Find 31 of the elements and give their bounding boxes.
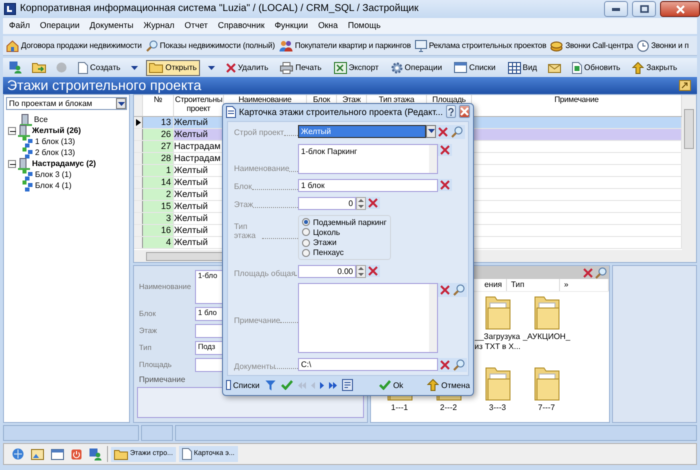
folder-name: __Загрузука из TXT в X... [473, 332, 522, 352]
field-label: Документы [234, 362, 276, 372]
table-cell: 1 [143, 165, 174, 176]
dialog-title: Карточка этажи строительного проекта (Редакт... [239, 106, 443, 117]
folder-name: 3---3 [489, 403, 506, 413]
field-label: Блок [234, 182, 252, 192]
table-cell: 15 [143, 201, 174, 212]
field-label: Этаж [234, 200, 254, 210]
table-cell: 14 [143, 177, 174, 188]
folder-name: 2---2 [440, 403, 457, 413]
folder-name: 1---1 [391, 403, 408, 413]
section-title: Этажи строительного проекта [7, 77, 202, 94]
table-cell: 13 [143, 117, 174, 128]
window-title: Корпоративная информационная система "Luzia" / (LOCAL) / CRM_SQL / Застройщик [20, 3, 419, 15]
table-cell: 16 [143, 225, 174, 236]
folder-name: _АУКЦИОН_ [522, 332, 570, 342]
field-label: Наименование [234, 164, 290, 174]
table-cell: Желтый [174, 117, 224, 128]
field-label: Тип этажа [234, 222, 257, 241]
folder-name: 7---7 [538, 403, 555, 413]
table-cell: 27 [143, 141, 174, 152]
table-cell: 28 [143, 153, 174, 164]
table-cell: 2 [143, 189, 174, 200]
field-label: Примечание [234, 316, 280, 326]
field-label: Примечание [138, 375, 186, 384]
field-label: Строй проект [234, 128, 284, 138]
table-cell: 26 [143, 129, 174, 140]
table-cell: Желтый [174, 129, 224, 140]
table-cell: 3 [143, 213, 174, 224]
field-label: Площадь общая [234, 269, 296, 278]
table-cell: 4 [143, 237, 174, 248]
